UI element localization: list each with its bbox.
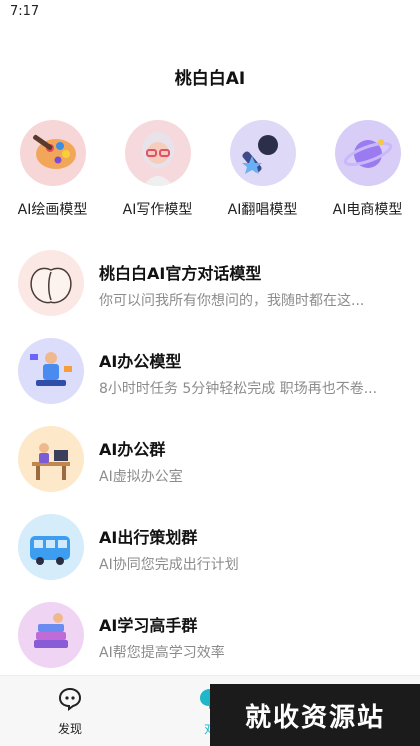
peach-icon [18, 250, 84, 316]
chat-name: AI办公群 [99, 440, 166, 459]
model-grid: AI绘画模型 AI写作模型 AI翻唱模型 AI电商模型 [0, 120, 420, 224]
discover-icon [30, 686, 110, 716]
tab-discover[interactable]: 发现 [30, 686, 110, 737]
bus-icon [18, 514, 84, 580]
page-title: 桃白白AI [174, 69, 246, 89]
tab-label: 发现 [57, 722, 82, 736]
chat-name: AI学习高手群 [99, 616, 198, 635]
list-item-official-chat[interactable]: 桃白白AI官方对话模型 你可以问我所有你想问的，我随时都在这... [0, 244, 420, 324]
palette-icon [19, 120, 86, 186]
model-item-ecommerce[interactable]: AI电商模型 [315, 120, 420, 219]
chat-desc: 8小时时任务 5分钟轻松完成 职场再也不卷... [99, 381, 378, 397]
status-time: 7:17 [10, 4, 40, 19]
list-item-office-model[interactable]: AI办公模型 8小时时任务 5分钟轻松完成 职场再也不卷... [0, 332, 420, 412]
list-item-office-group[interactable]: AI办公群 AI虚拟办公室 [0, 420, 420, 500]
chat-name: AI出行策划群 [99, 528, 198, 547]
watermark-banner: 就收资源站 [210, 684, 420, 746]
model-label: AI翻唱模型 [227, 202, 298, 218]
model-label: AI电商模型 [332, 202, 403, 218]
chat-desc: 你可以问我所有你想问的，我随时都在这... [99, 293, 365, 309]
model-item-painting[interactable]: AI绘画模型 [0, 120, 105, 219]
desk-icon [18, 426, 84, 492]
chat-name: 桃白白AI官方对话模型 [99, 264, 262, 283]
model-item-writing[interactable]: AI写作模型 [105, 120, 210, 219]
chat-desc: AI虚拟办公室 [99, 469, 183, 485]
list-item-travel-group[interactable]: AI出行策划群 AI协同您完成出行计划 [0, 508, 420, 588]
model-item-cover-singing[interactable]: AI翻唱模型 [210, 120, 315, 219]
books-icon [18, 602, 84, 668]
chat-name: AI办公模型 [99, 352, 182, 371]
chat-desc: AI帮您提高学习效率 [99, 645, 225, 661]
list-item-study-group[interactable]: AI学习高手群 AI帮您提高学习效率 [0, 596, 420, 676]
writer-avatar-icon [124, 120, 191, 186]
office-worker-icon [18, 338, 84, 404]
model-label: AI写作模型 [122, 202, 193, 218]
model-label: AI绘画模型 [17, 202, 88, 218]
chat-desc: AI协同您完成出行计划 [99, 557, 239, 573]
planet-icon [334, 120, 401, 186]
microphone-icon [229, 120, 296, 186]
